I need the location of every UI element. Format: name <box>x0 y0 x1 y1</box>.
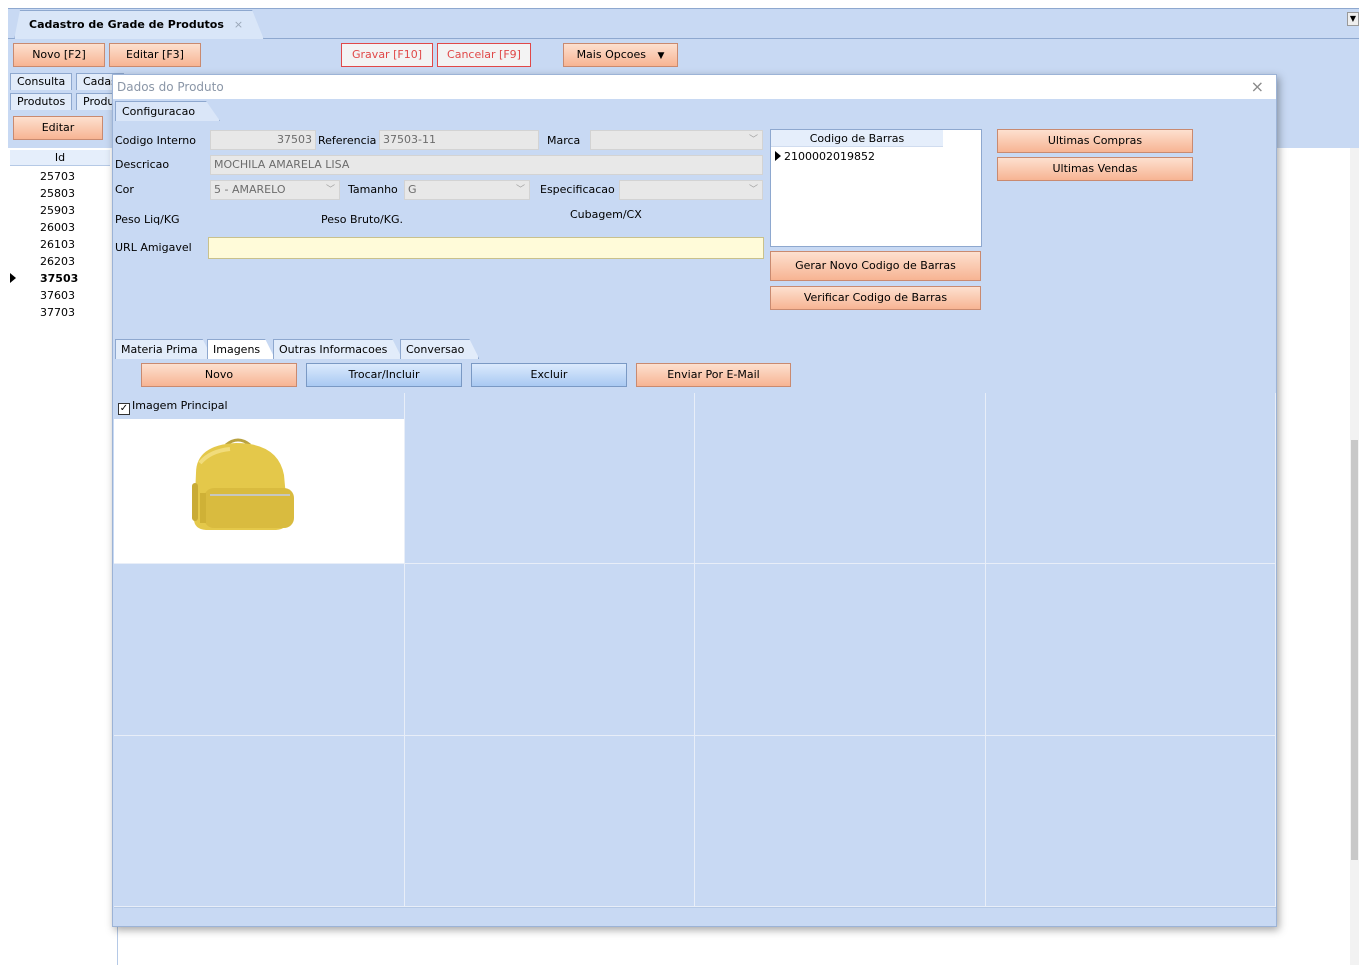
doc-tab-cadastro[interactable]: Cadastro de Grade de Produtos × <box>14 10 264 40</box>
replace-image-button[interactable]: Trocar/Incluir <box>306 363 462 387</box>
barcode-row[interactable]: 2100002019852 <box>775 150 875 163</box>
more-options-label: Mais Opcoes <box>576 48 646 61</box>
cor-value: 5 - AMARELO <box>214 183 286 196</box>
chevron-down-icon: ﹀ <box>325 185 335 195</box>
image-cell[interactable] <box>405 736 695 907</box>
list-item[interactable]: 26103 <box>10 236 110 253</box>
save-button[interactable]: Gravar [F10] <box>341 43 433 67</box>
url-amigavel-input[interactable] <box>208 237 764 259</box>
main-image-label: Imagem Principal <box>132 399 228 412</box>
marca-label: Marca <box>547 134 581 147</box>
list-item[interactable]: 26003 <box>10 219 110 236</box>
email-image-button[interactable]: Enviar Por E-Mail <box>636 363 791 387</box>
cor-select[interactable]: 5 - AMARELO ﹀ <box>210 180 340 200</box>
close-tab-icon[interactable]: × <box>234 18 243 31</box>
barcode-grid[interactable]: Codigo de Barras 2100002019852 <box>770 129 982 247</box>
dialog-status-bar <box>114 907 1276 925</box>
main-image-caption: ✓ Imagem Principal <box>114 393 404 419</box>
barcode-value: 2100002019852 <box>784 150 875 163</box>
checkbox-checked-icon[interactable]: ✓ <box>118 403 130 415</box>
marca-select[interactable]: ﹀ <box>590 130 763 150</box>
barcode-column-header[interactable]: Codigo de Barras <box>771 130 943 147</box>
codigo-interno-field[interactable]: 37503 <box>210 130 316 150</box>
list-item[interactable]: 26203 <box>10 253 110 270</box>
tab-conversao[interactable]: Conversao <box>400 339 479 359</box>
new-button[interactable]: Novo [F2] <box>13 43 105 67</box>
chevron-down-icon: ﹀ <box>515 185 525 195</box>
cancel-button[interactable]: Cancelar [F9] <box>437 43 531 67</box>
descricao-label: Descricao <box>115 158 170 171</box>
last-sales-button[interactable]: Ultimas Vendas <box>997 157 1193 181</box>
image-cell[interactable] <box>114 564 405 736</box>
list-item[interactable]: 25903 <box>10 202 110 219</box>
especificacao-label: Especificacao <box>540 183 615 196</box>
current-row-icon <box>775 151 781 161</box>
url-amigavel-label: URL Amigavel <box>115 241 192 254</box>
especificacao-select[interactable]: ﹀ <box>619 180 763 200</box>
list-item[interactable]: 25803 <box>10 185 110 202</box>
last-purchases-button[interactable]: Ultimas Compras <box>997 129 1193 153</box>
background-edit-button[interactable]: Editar <box>13 116 103 140</box>
tab-materia-prima[interactable]: Materia Prima <box>115 339 213 359</box>
dialog-title: Dados do Produto <box>113 75 1276 99</box>
dropdown-arrow-icon: ▼ <box>657 51 665 61</box>
chevron-down-icon: ﹀ <box>748 135 758 145</box>
tab-outras-informacoes[interactable]: Outras Informacoes <box>273 339 402 359</box>
image-cell[interactable] <box>695 736 986 907</box>
referencia-label: Referencia <box>318 134 377 147</box>
descricao-field[interactable]: MOCHILA AMARELA LISA <box>210 155 763 175</box>
image-grid: ✓ Imagem Principal <box>114 393 1276 907</box>
tab-consulta[interactable]: Consulta <box>10 73 73 90</box>
tab-produtos[interactable]: Produtos <box>10 93 73 110</box>
peso-bruto-label: Peso Bruto/KG. <box>321 213 403 226</box>
image-cell-main[interactable]: ✓ Imagem Principal <box>114 393 405 564</box>
codigo-interno-label: Codigo Interno <box>115 134 196 147</box>
image-cell[interactable] <box>405 564 695 736</box>
main-toolbar: Novo [F2] Editar [F3] Gravar [F10] Cance… <box>8 39 1359 70</box>
list-item[interactable]: 25703 <box>10 168 110 185</box>
list-item[interactable]: 37703 <box>10 304 110 321</box>
tab-list-dropdown-icon[interactable]: ▼ <box>1347 12 1359 26</box>
image-cell[interactable] <box>986 393 1276 564</box>
tamanho-label: Tamanho <box>348 183 398 196</box>
tamanho-value: G <box>408 183 417 196</box>
product-data-dialog: Dados do Produto × Configuracao Codigo I… <box>112 74 1277 927</box>
generate-barcode-button[interactable]: Gerar Novo Codigo de Barras <box>770 251 981 281</box>
list-item-selected[interactable]: 37503 <box>10 270 110 287</box>
id-column-header[interactable]: Id <box>10 150 110 166</box>
referencia-field[interactable]: 37503-11 <box>379 130 539 150</box>
list-item[interactable]: 37603 <box>10 287 110 304</box>
tab-imagens[interactable]: Imagens <box>207 339 275 359</box>
verify-barcode-button[interactable]: Verificar Codigo de Barras <box>770 286 981 310</box>
cubagem-label: Cubagem/CX <box>570 208 642 221</box>
yellow-backpack-image <box>192 438 294 530</box>
delete-image-button[interactable]: Excluir <box>471 363 627 387</box>
edit-button[interactable]: Editar [F3] <box>109 43 201 67</box>
new-image-button[interactable]: Novo <box>141 363 297 387</box>
peso-liq-label: Peso Liq/KG <box>115 213 180 226</box>
tab-configuracao[interactable]: Configuracao <box>115 101 220 121</box>
cor-label: Cor <box>115 183 134 196</box>
scrollbar-thumb[interactable] <box>1351 440 1358 860</box>
image-cell[interactable] <box>986 564 1276 736</box>
dialog-close-icon[interactable]: × <box>1251 75 1264 99</box>
more-options-button[interactable]: Mais Opcoes ▼ <box>563 43 678 67</box>
image-cell[interactable] <box>114 736 405 907</box>
image-cell[interactable] <box>695 393 986 564</box>
image-cell[interactable] <box>695 564 986 736</box>
doc-tab-label: Cadastro de Grade de Produtos <box>29 18 224 31</box>
image-cell[interactable] <box>405 393 695 564</box>
chevron-down-icon: ﹀ <box>748 185 758 195</box>
image-cell[interactable] <box>986 736 1276 907</box>
tamanho-select[interactable]: G ﹀ <box>404 180 530 200</box>
